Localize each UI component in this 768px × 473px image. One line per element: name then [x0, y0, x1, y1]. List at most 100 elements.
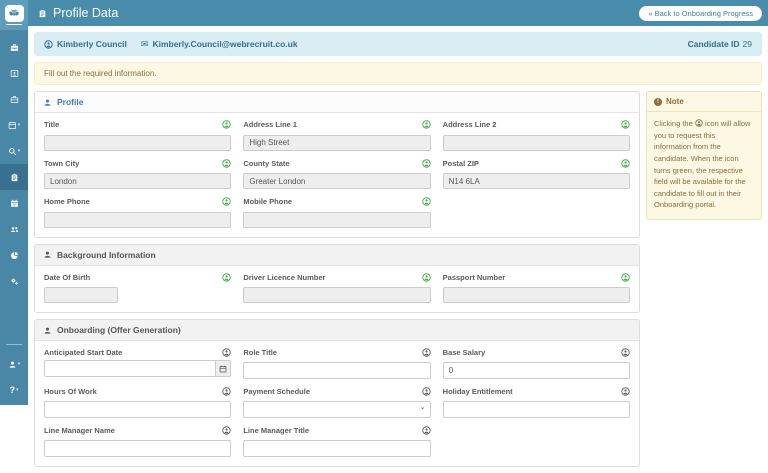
sidebar-item-account[interactable]: ▾ — [0, 351, 28, 377]
base-salary-input[interactable] — [443, 362, 630, 379]
postal-zip-input — [443, 173, 630, 189]
page-title-wrap: Profile Data — [38, 6, 118, 20]
note-body: Clicking the icon will allow you to requ… — [647, 112, 761, 219]
request-from-candidate-icon[interactable] — [222, 387, 231, 396]
field-hours-of-work: Hours Of Work — [44, 387, 231, 418]
town-city-input — [44, 173, 231, 189]
field-title: Title — [44, 120, 231, 151]
field-passport-number: Passport Number — [443, 273, 630, 304]
candidate-info-bar: Kimberly Council ✉ Kimberly.Council@webr… — [34, 32, 762, 56]
sidebar-item-profile-data[interactable] — [0, 164, 28, 190]
request-from-candidate-icon[interactable] — [621, 387, 630, 396]
butterfly-logo-icon — [5, 5, 24, 22]
person-icon — [43, 250, 52, 259]
onboarding-panel: Onboarding (Offer Generation) Anticipate… — [34, 319, 640, 467]
field-role-title: Role Title — [243, 348, 430, 379]
payment-schedule-select[interactable]: ⌄ — [243, 399, 430, 418]
person-circle-icon — [695, 119, 703, 127]
sidebar-nav: ▾ ▾ — [0, 34, 28, 294]
main-content: Kimberly Council ✉ Kimberly.Council@webr… — [28, 26, 768, 405]
sidebar: ▾ ▾ ▾ ? ▾ — [0, 0, 28, 405]
background-panel-title: Background Information — [57, 250, 156, 260]
request-from-candidate-icon[interactable] — [422, 426, 431, 435]
field-address-line-1: Address Line 1 — [243, 120, 430, 151]
page-header: Profile Data « Back to Onboarding Progre… — [28, 0, 768, 26]
line-manager-name-input[interactable] — [44, 440, 231, 457]
onboarding-panel-header: Onboarding (Offer Generation) — [35, 320, 639, 341]
chevron-down-icon: ▾ — [18, 123, 21, 128]
request-from-candidate-icon[interactable] — [222, 197, 231, 206]
request-from-candidate-icon[interactable] — [621, 273, 630, 282]
candidate-id: Candidate ID29 — [688, 39, 752, 49]
sidebar-item-users[interactable] — [0, 216, 28, 242]
field-county-state: County State — [243, 159, 430, 190]
app-logo[interactable] — [0, 0, 28, 30]
field-town-city: Town City — [44, 159, 231, 190]
sidebar-item-schedule[interactable]: ▾ — [0, 112, 28, 138]
request-from-candidate-icon[interactable] — [422, 120, 431, 129]
field-line-manager-name: Line Manager Name — [44, 426, 231, 457]
hours-of-work-input[interactable] — [44, 401, 231, 418]
request-from-candidate-icon[interactable] — [621, 348, 630, 357]
person-icon — [43, 326, 52, 335]
sidebar-item-help[interactable]: ? ▾ — [0, 377, 28, 403]
background-information-panel: Background Information Date Of Birth Dri… — [34, 244, 640, 314]
note-panel: ! Note Clicking the icon will allow you … — [646, 91, 762, 220]
info-circle-icon: ! — [654, 98, 662, 106]
candidate-name: Kimberly Council — [57, 39, 127, 49]
clipboard-icon — [10, 173, 19, 182]
candidate-id-label: Candidate ID — [688, 39, 740, 49]
county-state-input — [243, 173, 430, 189]
request-from-candidate-icon[interactable] — [422, 197, 431, 206]
note-header: ! Note — [647, 92, 761, 112]
field-base-salary: Base Salary — [443, 348, 630, 379]
request-from-candidate-icon[interactable] — [222, 348, 231, 357]
chevron-down-icon: ▾ — [18, 362, 21, 367]
address-line-2-input — [443, 135, 630, 151]
candidate-email: Kimberly.Council@webrecruit.co.uk — [152, 39, 297, 49]
sidebar-bottom: ▾ ? ▾ — [0, 344, 28, 405]
candidate-email-wrap[interactable]: ✉ Kimberly.Council@webrecruit.co.uk — [141, 39, 298, 50]
request-from-candidate-icon[interactable] — [621, 159, 630, 168]
help-icon: ? — [9, 385, 15, 395]
role-title-input[interactable] — [243, 362, 430, 379]
sidebar-item-reports[interactable] — [0, 242, 28, 268]
search-icon — [8, 147, 17, 156]
briefcase-icon — [10, 43, 19, 52]
request-from-candidate-icon[interactable] — [621, 120, 630, 129]
address-book-icon — [10, 69, 19, 78]
person-circle-icon — [44, 40, 53, 49]
request-from-candidate-icon[interactable] — [422, 159, 431, 168]
back-to-onboarding-button[interactable]: « Back to Onboarding Progress — [639, 6, 762, 21]
field-anticipated-start-date: Anticipated Start Date — [44, 348, 231, 379]
line-manager-title-input[interactable] — [243, 440, 430, 457]
sidebar-item-calendar[interactable] — [0, 190, 28, 216]
request-from-candidate-icon[interactable] — [222, 426, 231, 435]
request-from-candidate-icon[interactable] — [422, 387, 431, 396]
note-column: ! Note Clicking the icon will allow you … — [646, 91, 762, 220]
onboarding-panel-title: Onboarding (Offer Generation) — [57, 325, 181, 335]
calendar-dropdown-icon — [8, 121, 17, 130]
cogs-icon — [10, 277, 19, 286]
driver-licence-number-input — [243, 287, 430, 303]
request-from-candidate-icon[interactable] — [422, 348, 431, 357]
address-line-1-input — [243, 135, 430, 151]
envelope-icon: ✉ — [141, 39, 149, 50]
request-from-candidate-icon[interactable] — [422, 273, 431, 282]
date-of-birth-input — [44, 287, 118, 303]
note-title: Note — [666, 97, 684, 106]
sidebar-item-settings[interactable] — [0, 268, 28, 294]
field-address-line-2: Address Line 2 — [443, 120, 630, 151]
request-from-candidate-icon[interactable] — [222, 273, 231, 282]
sidebar-item-search[interactable]: ▾ — [0, 138, 28, 164]
chevron-down-icon: ▾ — [18, 149, 21, 154]
sidebar-item-work-bag[interactable] — [0, 86, 28, 112]
datepicker-button[interactable] — [216, 360, 232, 377]
users-icon — [10, 225, 19, 234]
sidebar-item-candidates[interactable] — [0, 60, 28, 86]
holiday-entitlement-input[interactable] — [443, 401, 630, 418]
request-from-candidate-icon[interactable] — [222, 120, 231, 129]
anticipated-start-date-input[interactable] — [44, 360, 216, 377]
sidebar-item-jobs[interactable] — [0, 34, 28, 60]
request-from-candidate-icon[interactable] — [222, 159, 231, 168]
